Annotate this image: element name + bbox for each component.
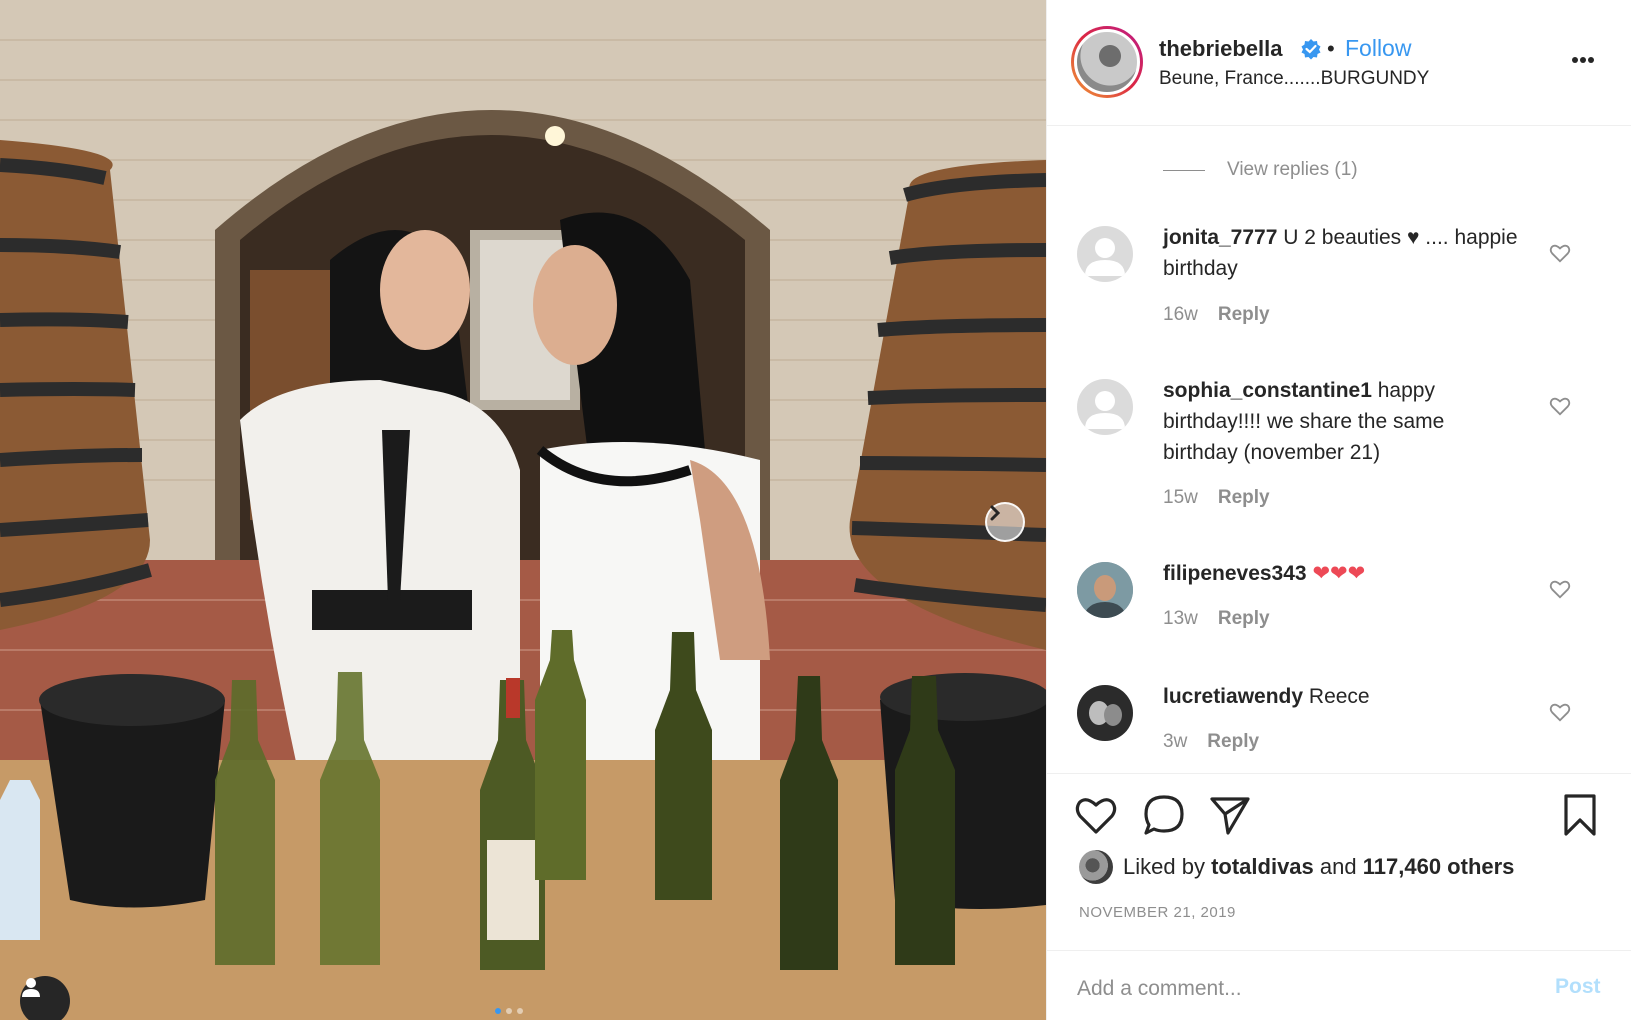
share-paper-plane-icon[interactable] — [1207, 792, 1253, 838]
comment-age[interactable]: 3w — [1163, 731, 1187, 753]
comment-meta: 15w Reply — [1163, 487, 1270, 509]
post-date[interactable]: NOVEMBER 21, 2019 — [1079, 904, 1236, 921]
save-bookmark-icon[interactable] — [1557, 792, 1603, 838]
like-heart-icon[interactable] — [1073, 792, 1119, 838]
chevron-right-icon — [990, 505, 1001, 521]
liked-by-prefix: Liked by — [1123, 854, 1205, 879]
likes-count[interactable]: 117,460 others — [1363, 854, 1515, 879]
comments-list[interactable]: View replies (1) jonita_7777 U 2 beautie… — [1047, 127, 1631, 773]
post-actions: Liked by totaldivas and 117,460 others N… — [1047, 773, 1631, 949]
comment-body: filipeneves343 ❤❤❤ — [1163, 558, 1523, 589]
post-photo[interactable] — [0, 0, 1046, 1020]
liked-by-and: and — [1319, 854, 1357, 879]
view-replies-button[interactable]: View replies (1) — [1163, 159, 1358, 181]
reply-button[interactable]: Reply — [1218, 304, 1270, 326]
comment-meta: 16w Reply — [1163, 304, 1270, 326]
carousel-dot — [517, 1008, 523, 1014]
carousel-indicator — [495, 1008, 523, 1014]
post-location[interactable]: Beune, France.......BURGUNDY — [1159, 68, 1429, 90]
heart-icon[interactable] — [1549, 242, 1571, 264]
comment-meta: 13w Reply — [1163, 608, 1270, 630]
heart-icon[interactable] — [1549, 395, 1571, 417]
commenter-avatar[interactable] — [1077, 226, 1133, 282]
verified-badge-icon — [1301, 39, 1321, 60]
post-header: thebriebella • Follow Beune, France.....… — [1047, 0, 1631, 126]
heart-icon[interactable] — [1549, 701, 1571, 723]
default-avatar-icon — [1085, 238, 1125, 276]
reply-button[interactable]: Reply — [1207, 731, 1259, 753]
comment-bubble-icon[interactable] — [1141, 792, 1187, 838]
comment-input[interactable] — [1077, 971, 1517, 1007]
comment-text: Reece — [1308, 685, 1370, 708]
heart-icon[interactable] — [1549, 578, 1571, 600]
comment-username[interactable]: jonita_7777 — [1163, 226, 1277, 249]
profile-photo-icon — [1077, 685, 1133, 741]
carousel-dot-active — [495, 1008, 501, 1014]
liker-avatar[interactable] — [1079, 850, 1113, 884]
comment-age[interactable]: 15w — [1163, 487, 1198, 509]
comment-body: sophia_constantine1 happy birthday!!!! w… — [1163, 375, 1523, 468]
tagged-users-button[interactable] — [20, 976, 70, 1020]
comment-age[interactable]: 16w — [1163, 304, 1198, 326]
add-comment-bar: Post — [1047, 950, 1631, 1020]
default-avatar-icon — [1085, 391, 1125, 429]
user-icon — [22, 978, 40, 997]
comment-text: ❤❤❤ — [1312, 562, 1366, 585]
comment-meta: 3w Reply — [1163, 731, 1259, 753]
post-details-panel: thebriebella • Follow Beune, France.....… — [1046, 0, 1631, 1020]
carousel-dot — [506, 1008, 512, 1014]
commenter-avatar[interactable] — [1077, 379, 1133, 435]
comment-body: lucretiawendy Reece — [1163, 681, 1523, 712]
wine-cellar-photo — [0, 0, 1046, 1020]
commenter-avatar[interactable] — [1077, 562, 1133, 618]
comment-username[interactable]: lucretiawendy — [1163, 685, 1303, 708]
view-replies-label: View replies (1) — [1227, 159, 1358, 180]
likes-summary: Liked by totaldivas and 117,460 others — [1079, 850, 1514, 884]
comment-username[interactable]: filipeneves343 — [1163, 562, 1307, 585]
reply-button[interactable]: Reply — [1218, 487, 1270, 509]
next-image-button[interactable] — [985, 502, 1025, 542]
post-comment-button[interactable]: Post — [1555, 975, 1601, 999]
replies-divider — [1163, 169, 1205, 171]
author-avatar[interactable] — [1071, 26, 1143, 98]
profile-photo-icon — [1077, 562, 1133, 618]
more-horizontal-icon[interactable] — [1563, 48, 1603, 72]
liked-by-user[interactable]: totaldivas — [1211, 854, 1314, 879]
reply-button[interactable]: Reply — [1218, 608, 1270, 630]
author-username[interactable]: thebriebella — [1159, 36, 1282, 62]
commenter-avatar[interactable] — [1077, 685, 1133, 741]
comment-age[interactable]: 13w — [1163, 608, 1198, 630]
comment-body: jonita_7777 U 2 beauties ♥ .... happie b… — [1163, 222, 1523, 284]
header-separator: • — [1327, 36, 1335, 61]
follow-button[interactable]: Follow — [1345, 35, 1411, 62]
comment-username[interactable]: sophia_constantine1 — [1163, 379, 1372, 402]
likes-text: Liked by totaldivas and 117,460 others — [1123, 854, 1514, 880]
